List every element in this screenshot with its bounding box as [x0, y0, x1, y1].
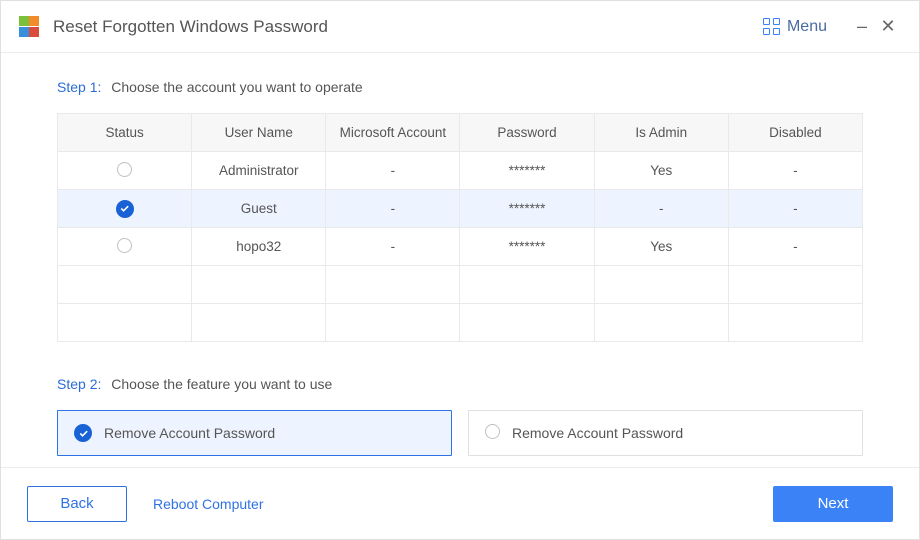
app-logo-icon [19, 16, 41, 38]
feature-option-0[interactable]: Remove Account Password [57, 410, 452, 456]
cell-disabled: - [728, 190, 862, 228]
main-body: Step 1: Choose the account you want to o… [1, 53, 919, 467]
feature-label: Remove Account Password [104, 425, 275, 441]
col-status: Status [58, 114, 192, 152]
cell-username: Administrator [192, 152, 326, 190]
cell-status[interactable] [58, 190, 192, 228]
radio-unselected-icon [117, 238, 132, 253]
app-window: Reset Forgotten Windows Password Menu – … [0, 0, 920, 540]
col-isadmin: Is Admin [594, 114, 728, 152]
feature-row: Remove Account Password Remove Account Pa… [57, 410, 863, 456]
menu-button[interactable]: Menu [763, 18, 827, 36]
bottom-bar: Back Reboot Computer Next [1, 467, 919, 539]
step2-desc: Choose the feature you want to use [111, 376, 332, 392]
next-button[interactable]: Next [773, 486, 893, 522]
feature-option-1[interactable]: Remove Account Password [468, 410, 863, 456]
reboot-link[interactable]: Reboot Computer [153, 496, 264, 512]
table-header-row: Status User Name Microsoft Account Passw… [58, 114, 863, 152]
checkmark-icon [74, 424, 92, 442]
step1-label: Step 1: [57, 79, 101, 95]
radio-unselected-icon [485, 424, 500, 442]
cell-disabled: - [728, 228, 862, 266]
minimize-button[interactable]: – [849, 16, 875, 37]
table-row[interactable]: Administrator-*******Yes- [58, 152, 863, 190]
titlebar: Reset Forgotten Windows Password Menu – … [1, 1, 919, 53]
cell-msaccount: - [326, 228, 460, 266]
grid-icon [763, 18, 781, 36]
col-password: Password [460, 114, 594, 152]
cell-password: ******* [460, 152, 594, 190]
step2-header: Step 2: Choose the feature you want to u… [57, 376, 863, 392]
col-disabled: Disabled [728, 114, 862, 152]
step1-header: Step 1: Choose the account you want to o… [57, 79, 863, 95]
menu-label: Menu [787, 18, 827, 36]
cell-msaccount: - [326, 152, 460, 190]
table-row[interactable]: Guest-*******-- [58, 190, 863, 228]
close-button[interactable]: ✕ [875, 16, 901, 37]
checkmark-icon [116, 200, 134, 218]
cell-disabled: - [728, 152, 862, 190]
step1-desc: Choose the account you want to operate [111, 79, 362, 95]
accounts-table: Status User Name Microsoft Account Passw… [57, 113, 863, 342]
feature-label: Remove Account Password [512, 425, 683, 441]
step2-label: Step 2: [57, 376, 101, 392]
table-row-empty [58, 304, 863, 342]
col-msaccount: Microsoft Account [326, 114, 460, 152]
checkmark-icon [74, 424, 92, 442]
step2-section: Step 2: Choose the feature you want to u… [57, 376, 863, 456]
cell-username: hopo32 [192, 228, 326, 266]
cell-msaccount: - [326, 190, 460, 228]
window-title: Reset Forgotten Windows Password [53, 17, 328, 37]
cell-status[interactable] [58, 228, 192, 266]
cell-isadmin: Yes [594, 152, 728, 190]
radio-unselected-icon [485, 424, 500, 439]
cell-isadmin: - [594, 190, 728, 228]
cell-isadmin: Yes [594, 228, 728, 266]
cell-status[interactable] [58, 152, 192, 190]
table-row-empty [58, 266, 863, 304]
back-button[interactable]: Back [27, 486, 127, 522]
col-username: User Name [192, 114, 326, 152]
cell-password: ******* [460, 228, 594, 266]
table-row[interactable]: hopo32-*******Yes- [58, 228, 863, 266]
cell-username: Guest [192, 190, 326, 228]
radio-unselected-icon [117, 162, 132, 177]
cell-password: ******* [460, 190, 594, 228]
